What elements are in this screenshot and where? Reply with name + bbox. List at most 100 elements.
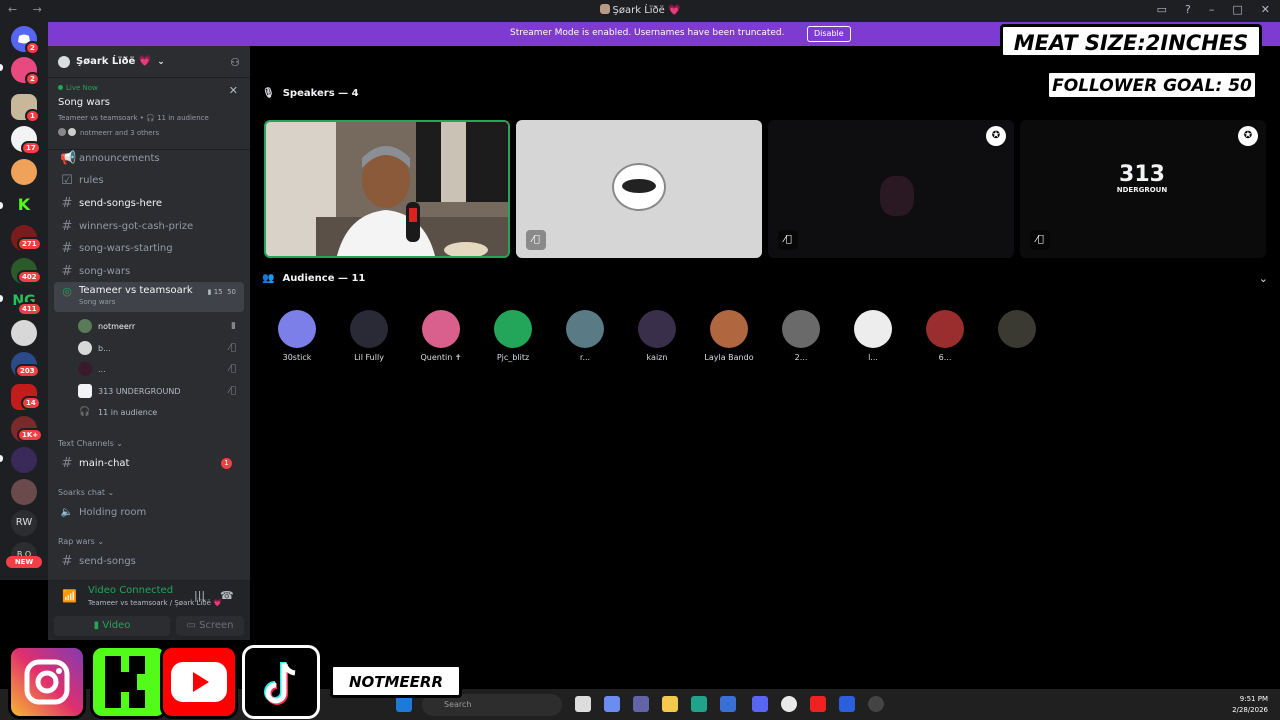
youtube-icon[interactable] bbox=[810, 696, 826, 712]
channel-send-songs[interactable]: # send-songs bbox=[54, 551, 244, 571]
audience-count[interactable]: 🎧 11 in audience bbox=[78, 403, 244, 421]
channel-send-songs-here[interactable]: # send-songs-here bbox=[54, 193, 244, 213]
channel-winners[interactable]: # winners-got-cash-prize bbox=[54, 216, 244, 236]
live-now-card[interactable]: Live Now Song wars Teameer vs teamsoark … bbox=[48, 78, 250, 150]
mic-muted-icon[interactable]: ⁄⃥ bbox=[778, 230, 798, 250]
screen-share-button[interactable]: ▭ Screen bbox=[176, 616, 244, 636]
webcam-feed bbox=[266, 122, 508, 256]
audience-member[interactable]: Pjc_blitz bbox=[483, 310, 543, 362]
camera-icon: ▮ bbox=[231, 321, 236, 331]
voice-user[interactable]: ... ⁄⃥ bbox=[78, 360, 244, 378]
server-icon[interactable] bbox=[11, 159, 37, 185]
minimize-icon[interactable]: – bbox=[1209, 3, 1215, 16]
speaker-tile-avatar[interactable]: ⁄⃥ bbox=[516, 120, 762, 258]
overlay-handle: NOTMEERR bbox=[330, 664, 462, 698]
server-icon[interactable] bbox=[11, 479, 37, 505]
avatar bbox=[566, 310, 604, 348]
file-explorer-icon[interactable] bbox=[662, 696, 678, 712]
noise-suppression-icon[interactable]: ||| bbox=[194, 589, 205, 602]
overlay-follower-goal: FOLLOWER GOAL: 50 bbox=[1046, 70, 1258, 100]
taskbar-clock[interactable]: 9:51 PM 2/28/2026 bbox=[1232, 694, 1268, 716]
overlay-meat-label: MEAT SIZE:2INCHES bbox=[1000, 24, 1262, 58]
discord-taskbar-icon[interactable] bbox=[752, 696, 768, 712]
server-badge: 271 bbox=[17, 237, 42, 251]
audience-member[interactable]: kaizn bbox=[627, 310, 687, 362]
chrome-icon[interactable] bbox=[781, 696, 797, 712]
inbox-icon[interactable]: ▭ bbox=[1157, 3, 1167, 16]
speakers-header-text: Speakers — 4 bbox=[282, 88, 359, 99]
channel-holding-room[interactable]: 🔈 Holding room bbox=[54, 502, 244, 522]
obs-icon[interactable] bbox=[868, 696, 884, 712]
title-bar: ← → Şøark Ĺïðë 💗 ▭ ? – □ ✕ bbox=[0, 0, 1280, 22]
avatar bbox=[612, 163, 666, 211]
roblox-icon[interactable] bbox=[839, 696, 855, 712]
task-view-icon[interactable] bbox=[575, 696, 591, 712]
avatar bbox=[350, 310, 388, 348]
close-icon[interactable]: ✕ bbox=[1261, 3, 1270, 16]
windows-start-icon[interactable] bbox=[396, 696, 412, 712]
audience-member[interactable]: r... bbox=[555, 310, 615, 362]
store-icon[interactable] bbox=[720, 696, 736, 712]
kick-server-icon[interactable]: K bbox=[11, 192, 37, 218]
chevron-down-icon[interactable]: ⌄ bbox=[1259, 272, 1268, 285]
overlay-meat-text: MEAT SIZE:2INCHES bbox=[1013, 31, 1249, 55]
speaker-tile-313[interactable]: 313 NDERGROUN ⁄⃥ ✪ bbox=[1020, 120, 1266, 258]
kick-icon bbox=[90, 645, 168, 719]
hash-icon: # bbox=[61, 195, 73, 211]
speaker-tile-dark[interactable]: ⁄⃥ ✪ bbox=[768, 120, 1014, 258]
voice-status: Video Connected bbox=[88, 585, 174, 596]
audience-member[interactable]: l... bbox=[843, 310, 903, 362]
teams-icon[interactable] bbox=[633, 696, 649, 712]
video-button[interactable]: ▮ Video bbox=[54, 616, 170, 636]
category-text-channels[interactable]: Text Channels ⌄ bbox=[58, 439, 123, 448]
guild-header[interactable]: Şøark Ĺïðë 💗 ⌄ ⚇ bbox=[48, 46, 250, 78]
audience-member[interactable]: Quentin ✝ bbox=[411, 310, 471, 362]
moderator-icon: ✪ bbox=[986, 126, 1006, 146]
maximize-icon[interactable]: □ bbox=[1232, 3, 1242, 16]
audience-member[interactable]: 2... bbox=[771, 310, 831, 362]
channel-song-wars[interactable]: # song-wars bbox=[54, 261, 244, 281]
edge-icon[interactable] bbox=[691, 696, 707, 712]
help-icon[interactable]: ? bbox=[1185, 3, 1191, 16]
speaker-tile-webcam[interactable] bbox=[264, 120, 510, 258]
server-badge: 17 bbox=[21, 141, 41, 155]
voice-user[interactable]: b... ⁄⃥ bbox=[78, 339, 244, 357]
disconnect-icon[interactable]: ☎ bbox=[220, 589, 234, 602]
audience-member[interactable] bbox=[987, 310, 1047, 353]
mic-muted-icon[interactable]: ⁄⃥ bbox=[1030, 230, 1050, 250]
category-rap-wars[interactable]: Rap wars ⌄ bbox=[58, 537, 104, 546]
disable-button[interactable]: Disable bbox=[807, 26, 851, 42]
clock-time: 9:51 PM bbox=[1239, 695, 1268, 703]
channel-rules[interactable]: ☑ rules bbox=[54, 170, 244, 190]
server-badge: 411 bbox=[17, 302, 42, 316]
avatar bbox=[638, 310, 676, 348]
add-member-icon[interactable]: ⚇ bbox=[230, 56, 240, 69]
close-icon[interactable]: ✕ bbox=[229, 84, 238, 97]
rw-server-icon[interactable]: RW bbox=[11, 510, 37, 536]
channel-announcements[interactable]: 📢 announcements bbox=[54, 148, 244, 168]
app-window: ← → Şøark Ĺïðë 💗 ▭ ? – □ ✕ Streamer Mode… bbox=[0, 0, 1280, 720]
channel-song-wars-starting[interactable]: # song-wars-starting bbox=[54, 238, 244, 258]
audience-member[interactable]: 6... bbox=[915, 310, 975, 362]
server-icon[interactable] bbox=[11, 447, 37, 473]
channel-label: song-wars bbox=[79, 265, 131, 277]
audience-member[interactable]: 30stick bbox=[267, 310, 327, 362]
voice-user[interactable]: notmeerr ▮ bbox=[78, 317, 244, 335]
live-participants-text: notmeerr and 3 others bbox=[80, 129, 160, 137]
window-buttons: ▭ ? – □ ✕ bbox=[1157, 3, 1270, 16]
copilot-icon[interactable] bbox=[604, 696, 620, 712]
server-rail: 2 2 1 17 K 271 402 NG 411 203 14 1K+ RW … bbox=[0, 22, 48, 580]
audience-name: kaizn bbox=[646, 353, 668, 362]
channel-main-chat[interactable]: # main-chat 1 bbox=[54, 453, 244, 473]
voice-user[interactable]: 313 UNDERGROUND ⁄⃥ bbox=[78, 382, 244, 400]
audience-name: Quentin ✝ bbox=[420, 353, 462, 362]
audience-member[interactable]: Layla Bando bbox=[699, 310, 759, 362]
server-icon[interactable] bbox=[11, 320, 37, 346]
voice-user-name: ... bbox=[98, 364, 106, 374]
category-soarks-chat[interactable]: Soarks chat ⌄ bbox=[58, 488, 114, 497]
audience-member[interactable]: Lil Fully bbox=[339, 310, 399, 362]
stage-channel-item[interactable]: ◎ Teameer vs teamsoark Song wars ▮ 15 50 bbox=[54, 282, 244, 312]
server-badge: 2 bbox=[25, 41, 40, 55]
mic-muted-icon[interactable]: ⁄⃥ bbox=[526, 230, 546, 250]
screen-button-label: Screen bbox=[199, 620, 234, 631]
